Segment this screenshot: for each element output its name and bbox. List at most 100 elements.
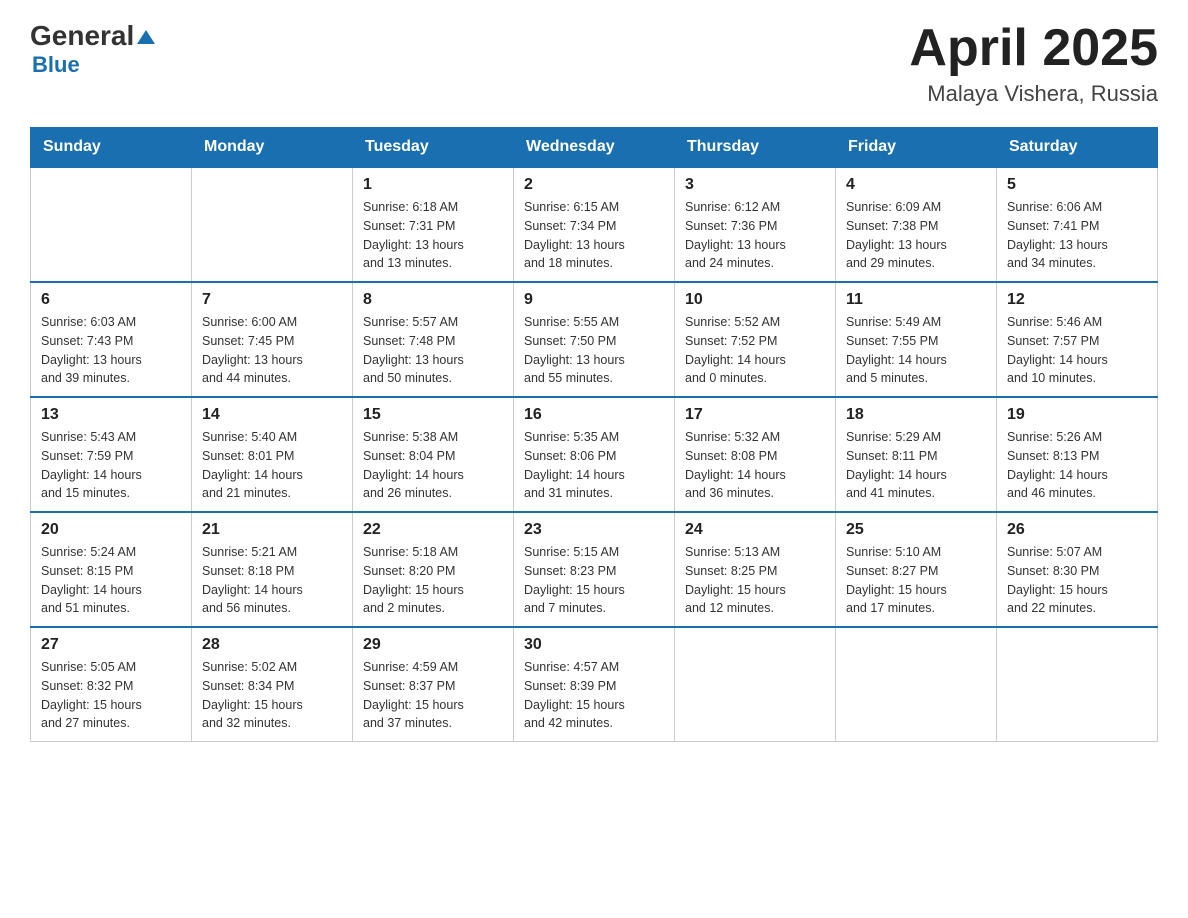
day-number: 18 [846, 406, 986, 424]
calendar-cell: 4 Sunrise: 6:09 AMSunset: 7:38 PMDaylight… [836, 167, 997, 282]
day-number: 14 [202, 406, 342, 424]
day-number: 2 [524, 176, 664, 194]
day-info: Sunrise: 6:06 AMSunset: 7:41 PMDaylight:… [1007, 198, 1147, 273]
calendar-cell: 30Sunrise: 4:57 AMSunset: 8:39 PMDayligh… [514, 627, 675, 742]
calendar-cell: 22 Sunrise: 5:18 AMSunset: 8:20 PMDayligh… [353, 512, 514, 627]
day-number: 4 [846, 176, 986, 194]
day-number: 20 [41, 521, 181, 539]
day-info: Sunrise: 5:40 AMSunset: 8:01 PMDaylight:… [202, 428, 342, 503]
calendar-cell: 11Sunrise: 5:49 AMSunset: 7:55 PMDayligh… [836, 282, 997, 397]
calendar-cell [675, 627, 836, 742]
day-number: 22 [363, 521, 503, 539]
day-info: Sunrise: 5:18 AMSunset: 8:20 PMDaylight:… [363, 543, 503, 618]
day-info: Sunrise: 5:32 AMSunset: 8:08 PMDaylight:… [685, 428, 825, 503]
calendar-cell: 17Sunrise: 5:32 AMSunset: 8:08 PMDayligh… [675, 397, 836, 512]
calendar-day-header: Monday [192, 128, 353, 168]
calendar-table: SundayMondayTuesdayWednesdayThursdayFrid… [30, 127, 1158, 742]
calendar-cell: 7Sunrise: 6:00 AMSunset: 7:45 PMDaylight… [192, 282, 353, 397]
calendar-cell: 24 Sunrise: 5:13 AMSunset: 8:25 PMDayligh… [675, 512, 836, 627]
day-info: Sunrise: 5:46 AMSunset: 7:57 PMDaylight:… [1007, 313, 1147, 388]
calendar-cell: 2 Sunrise: 6:15 AMSunset: 7:34 PMDaylight… [514, 167, 675, 282]
calendar-cell: 6 Sunrise: 6:03 AMSunset: 7:43 PMDaylight… [31, 282, 192, 397]
day-number: 27 [41, 636, 181, 654]
day-info: Sunrise: 5:38 AMSunset: 8:04 PMDaylight:… [363, 428, 503, 503]
day-number: 12 [1007, 291, 1147, 309]
day-number: 11 [846, 291, 986, 309]
calendar-week-row: 13 Sunrise: 5:43 AMSunset: 7:59 PMDayligh… [31, 397, 1158, 512]
calendar-cell: 14 Sunrise: 5:40 AMSunset: 8:01 PMDayligh… [192, 397, 353, 512]
day-number: 13 [41, 406, 181, 424]
day-info: Sunrise: 5:55 AMSunset: 7:50 PMDaylight:… [524, 313, 664, 388]
day-number: 25 [846, 521, 986, 539]
calendar-cell: 28 Sunrise: 5:02 AMSunset: 8:34 PMDayligh… [192, 627, 353, 742]
calendar-cell: 3 Sunrise: 6:12 AMSunset: 7:36 PMDaylight… [675, 167, 836, 282]
calendar-cell: 5Sunrise: 6:06 AMSunset: 7:41 PMDaylight… [997, 167, 1158, 282]
day-number: 26 [1007, 521, 1147, 539]
day-number: 24 [685, 521, 825, 539]
logo-triangle-icon [135, 26, 157, 48]
calendar-day-header: Sunday [31, 128, 192, 168]
location-subtitle: Malaya Vishera, Russia [909, 81, 1158, 107]
title-block: April 2025 Malaya Vishera, Russia [909, 20, 1158, 107]
day-info: Sunrise: 5:10 AMSunset: 8:27 PMDaylight:… [846, 543, 986, 618]
calendar-cell: 29 Sunrise: 4:59 AMSunset: 8:37 PMDayligh… [353, 627, 514, 742]
calendar-day-header: Saturday [997, 128, 1158, 168]
day-info: Sunrise: 5:52 AMSunset: 7:52 PMDaylight:… [685, 313, 825, 388]
calendar-cell: 18 Sunrise: 5:29 AMSunset: 8:11 PMDayligh… [836, 397, 997, 512]
day-info: Sunrise: 5:43 AMSunset: 7:59 PMDaylight:… [41, 428, 181, 503]
calendar-day-header: Wednesday [514, 128, 675, 168]
calendar-cell [997, 627, 1158, 742]
day-info: Sunrise: 5:57 AMSunset: 7:48 PMDaylight:… [363, 313, 503, 388]
day-info: Sunrise: 5:29 AMSunset: 8:11 PMDaylight:… [846, 428, 986, 503]
day-number: 15 [363, 406, 503, 424]
calendar-week-row: 1 Sunrise: 6:18 AMSunset: 7:31 PMDaylight… [31, 167, 1158, 282]
calendar-cell: 20 Sunrise: 5:24 AMSunset: 8:15 PMDayligh… [31, 512, 192, 627]
day-info: Sunrise: 5:15 AMSunset: 8:23 PMDaylight:… [524, 543, 664, 618]
day-info: Sunrise: 6:18 AMSunset: 7:31 PMDaylight:… [363, 198, 503, 273]
page-header: General Blue April 2025 Malaya Vishera, … [30, 20, 1158, 107]
day-number: 8 [363, 291, 503, 309]
calendar-cell [836, 627, 997, 742]
month-year-title: April 2025 [909, 20, 1158, 77]
calendar-cell [31, 167, 192, 282]
calendar-day-header: Friday [836, 128, 997, 168]
day-info: Sunrise: 6:12 AMSunset: 7:36 PMDaylight:… [685, 198, 825, 273]
calendar-week-row: 20 Sunrise: 5:24 AMSunset: 8:15 PMDayligh… [31, 512, 1158, 627]
day-info: Sunrise: 6:03 AMSunset: 7:43 PMDaylight:… [41, 313, 181, 388]
logo-general: General [30, 20, 134, 52]
calendar-cell: 19 Sunrise: 5:26 AMSunset: 8:13 PMDayligh… [997, 397, 1158, 512]
calendar-cell: 13 Sunrise: 5:43 AMSunset: 7:59 PMDayligh… [31, 397, 192, 512]
day-info: Sunrise: 5:21 AMSunset: 8:18 PMDaylight:… [202, 543, 342, 618]
day-number: 29 [363, 636, 503, 654]
calendar-cell [192, 167, 353, 282]
day-number: 6 [41, 291, 181, 309]
calendar-cell: 27 Sunrise: 5:05 AMSunset: 8:32 PMDayligh… [31, 627, 192, 742]
day-info: Sunrise: 5:13 AMSunset: 8:25 PMDaylight:… [685, 543, 825, 618]
day-number: 21 [202, 521, 342, 539]
calendar-day-header: Thursday [675, 128, 836, 168]
calendar-cell: 10 Sunrise: 5:52 AMSunset: 7:52 PMDayligh… [675, 282, 836, 397]
day-info: Sunrise: 6:09 AMSunset: 7:38 PMDaylight:… [846, 198, 986, 273]
day-number: 10 [685, 291, 825, 309]
calendar-week-row: 27 Sunrise: 5:05 AMSunset: 8:32 PMDayligh… [31, 627, 1158, 742]
day-info: Sunrise: 4:59 AMSunset: 8:37 PMDaylight:… [363, 658, 503, 733]
calendar-header: SundayMondayTuesdayWednesdayThursdayFrid… [31, 128, 1158, 168]
calendar-cell: 15 Sunrise: 5:38 AMSunset: 8:04 PMDayligh… [353, 397, 514, 512]
calendar-cell: 21 Sunrise: 5:21 AMSunset: 8:18 PMDayligh… [192, 512, 353, 627]
day-info: Sunrise: 5:02 AMSunset: 8:34 PMDaylight:… [202, 658, 342, 733]
day-info: Sunrise: 5:26 AMSunset: 8:13 PMDaylight:… [1007, 428, 1147, 503]
logo: General Blue [30, 20, 157, 78]
day-number: 16 [524, 406, 664, 424]
day-info: Sunrise: 5:07 AMSunset: 8:30 PMDaylight:… [1007, 543, 1147, 618]
day-number: 30 [524, 636, 664, 654]
day-info: Sunrise: 5:24 AMSunset: 8:15 PMDaylight:… [41, 543, 181, 618]
day-info: Sunrise: 6:15 AMSunset: 7:34 PMDaylight:… [524, 198, 664, 273]
day-info: Sunrise: 5:05 AMSunset: 8:32 PMDaylight:… [41, 658, 181, 733]
day-number: 3 [685, 176, 825, 194]
day-number: 28 [202, 636, 342, 654]
logo-blue: Blue [32, 52, 80, 77]
day-info: Sunrise: 6:00 AMSunset: 7:45 PMDaylight:… [202, 313, 342, 388]
day-number: 19 [1007, 406, 1147, 424]
calendar-day-header: Tuesday [353, 128, 514, 168]
day-number: 1 [363, 176, 503, 194]
